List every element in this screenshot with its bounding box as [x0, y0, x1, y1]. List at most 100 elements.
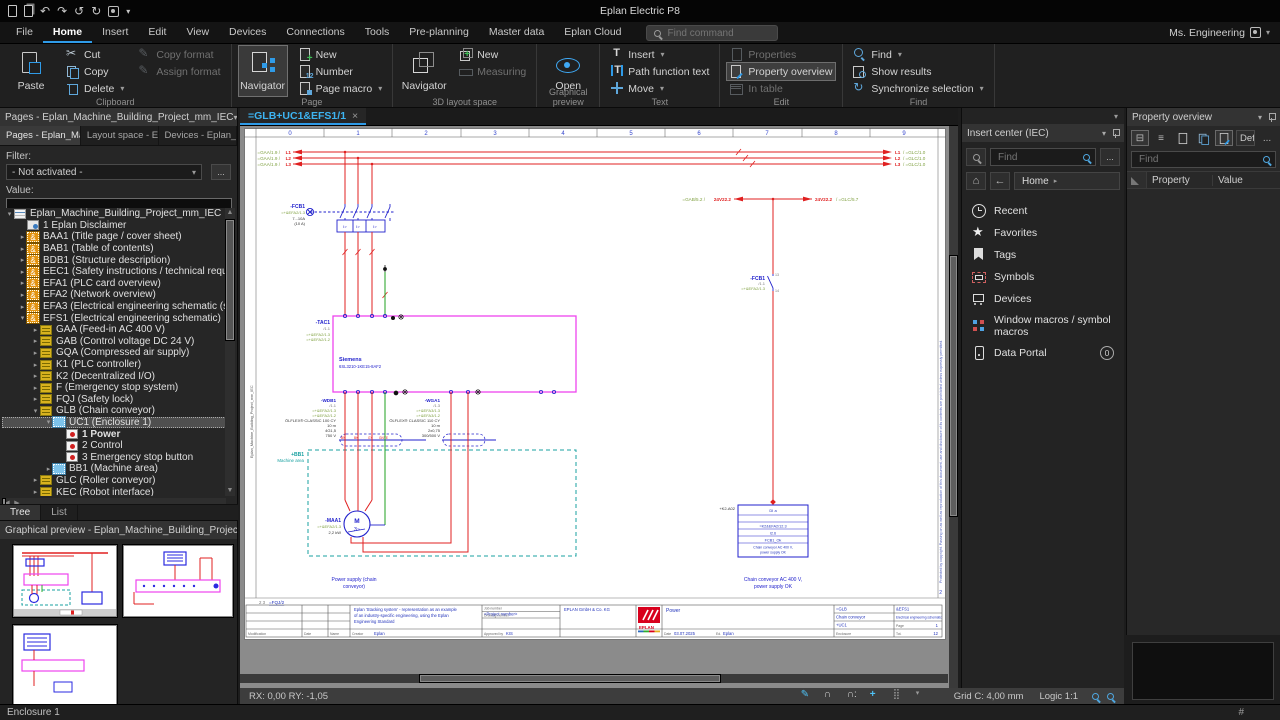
insert-item-tags[interactable]: Tags: [962, 244, 1124, 266]
tree-expander-icon[interactable]: ▸: [31, 476, 40, 484]
pin-icon[interactable]: [1112, 129, 1119, 138]
menu-tab-eplan-cloud[interactable]: Eplan Cloud: [554, 22, 631, 43]
menu-tab-view[interactable]: View: [176, 22, 219, 43]
home-icon[interactable]: ⌂: [966, 172, 986, 190]
tree-item-eec1-safety-instructions-techn[interactable]: ▸EEC1 (Safety instructions / technical r…: [2, 266, 226, 278]
back-icon[interactable]: ←: [990, 172, 1010, 190]
undo-icon[interactable]: ↶: [40, 4, 50, 18]
tree-item-glc-roller-conveyor[interactable]: ▸GLC (Roller conveyor): [2, 475, 226, 487]
tree-item-efs1-electrical-engineering-sc[interactable]: ▾EFS1 (Electrical engineering schematic): [2, 312, 226, 324]
scrollbar-thumb[interactable]: [226, 220, 234, 340]
tab-tree[interactable]: Tree: [0, 505, 41, 520]
document-tab[interactable]: =GLB+UC1&EFS1/1 ×: [240, 108, 366, 125]
tree-expander-icon[interactable]: ▸: [31, 372, 40, 380]
insert-button[interactable]: Insert▾: [607, 46, 712, 63]
tree-expander-icon[interactable]: ▸: [18, 291, 27, 299]
menu-tab-connections[interactable]: Connections: [276, 22, 354, 43]
filter-properties-icon[interactable]: [1215, 130, 1233, 146]
tree-item-gaa-feed-in-ac-400-v[interactable]: ▸GAA (Feed-in AC 400 V): [2, 324, 226, 336]
page-macro-button[interactable]: Page macro▾: [295, 80, 386, 97]
find-command-box[interactable]: [646, 25, 778, 41]
show-results-button[interactable]: Show results: [850, 63, 986, 80]
tree-expander-icon[interactable]: ▸: [31, 384, 40, 392]
schematic-sheet[interactable]: 0 1 2 3 4 5 6 7 8 9: [244, 128, 946, 640]
insert-item-symbols[interactable]: Symbols: [962, 266, 1124, 288]
panel-menu-caret-icon[interactable]: ▾: [1102, 129, 1106, 138]
tree-item-glb-chain-conveyor[interactable]: ▾GLB (Chain conveyor): [2, 405, 226, 417]
tree-expander-icon[interactable]: ▾: [18, 314, 27, 322]
insert-item-window-macros-symbol-macros[interactable]: Window macros / symbol macros: [962, 310, 1124, 342]
menu-tab-file[interactable]: File: [6, 22, 43, 43]
path-function-text-button[interactable]: Path function text: [607, 63, 712, 80]
property-overview-button[interactable]: Property overview: [727, 63, 835, 80]
tab-layout-space[interactable]: Layout space - Epl...: [81, 126, 159, 145]
panel-strip-caret-icon[interactable]: ▾: [1114, 112, 1118, 121]
canvas-vertical-scrollbar[interactable]: [949, 126, 958, 688]
new-page-icon[interactable]: [8, 5, 17, 17]
tree-expander-icon[interactable]: ▸: [18, 256, 27, 264]
move-button[interactable]: Move▾: [607, 80, 712, 97]
tree-expander-icon[interactable]: ▸: [44, 465, 53, 473]
tree-item-efa2-network-overview[interactable]: ▸EFA2 (Network overview): [2, 289, 226, 301]
preview-thumbnail-3[interactable]: [13, 625, 117, 704]
redo-icon[interactable]: ↷: [57, 4, 67, 18]
delete-button[interactable]: Delete▾: [63, 80, 127, 97]
tree-expander-icon[interactable]: ▸: [31, 361, 40, 369]
paste-properties-icon[interactable]: [1194, 130, 1212, 146]
new-button[interactable]: New: [456, 46, 529, 63]
menu-tab-home[interactable]: Home: [43, 22, 92, 43]
preview-thumbnail-1[interactable]: [13, 545, 117, 617]
tree-view-icon[interactable]: ⊟: [1131, 130, 1149, 146]
tree-expander-icon[interactable]: ▸: [18, 245, 27, 253]
tree-expander-icon[interactable]: ▾: [44, 418, 53, 426]
tree-expander-icon[interactable]: ▾: [5, 210, 14, 218]
tree-item-bb1-machine-area[interactable]: ▸BB1 (Machine area): [2, 463, 226, 475]
insert-item-recent[interactable]: Recent: [962, 200, 1124, 222]
tree-item-1-eplan-disclaimer[interactable]: 1 Eplan Disclaimer: [2, 220, 226, 232]
property-overview-header[interactable]: Property overview ▾: [1127, 108, 1280, 126]
tree-expander-icon[interactable]: ▸: [31, 488, 40, 496]
canvas-horizontal-scrollbar[interactable]: [240, 674, 948, 683]
preview-panel-header[interactable]: Graphical preview - Eplan_Machine_Buildi…: [0, 521, 237, 539]
tree-expander-icon[interactable]: ▸: [18, 268, 27, 276]
scroll-down-icon[interactable]: ▼: [225, 486, 235, 496]
object-snap-icon[interactable]: ∩:: [847, 689, 861, 703]
tree-expander-icon[interactable]: ▸: [31, 395, 40, 403]
pages-panel-header[interactable]: Pages - Eplan_Machine_Building_Project_m…: [0, 108, 237, 126]
tree-item-efa1-plc-card-overview[interactable]: ▸EFA1 (PLC card overview): [2, 278, 226, 290]
snap-icon[interactable]: ∩: [824, 689, 838, 703]
tree-item-uc1-enclosure-1[interactable]: ▾UC1 (Enclosure 1): [2, 417, 226, 429]
scroll-up-icon[interactable]: ▲: [225, 208, 235, 218]
find-button[interactable]: Find▾: [850, 46, 986, 63]
menu-tab-tools[interactable]: Tools: [355, 22, 400, 43]
property-search-input[interactable]: [1137, 153, 1263, 166]
tab-list[interactable]: List: [41, 505, 78, 520]
tree-item-gqa-compressed-air-supply[interactable]: ▸GQA (Compressed air supply): [2, 347, 226, 359]
filter-more-button[interactable]: ...: [211, 164, 231, 180]
scheme-more-button[interactable]: ...: [1258, 130, 1276, 146]
number-button[interactable]: Number: [295, 63, 386, 80]
tree-expander-icon[interactable]: ▸: [18, 279, 27, 287]
pin-icon[interactable]: [1268, 113, 1275, 122]
page-reference-link[interactable]: =FQJ/2: [269, 600, 285, 605]
tree-item-gab-control-voltage-dc-24-v[interactable]: ▸GAB (Control voltage DC 24 V): [2, 336, 226, 348]
menu-tab-edit[interactable]: Edit: [138, 22, 176, 43]
tree-vertical-scrollbar[interactable]: ▲ ▼: [225, 208, 235, 496]
tree-item-kec-robot-interface[interactable]: ▸KEC (Robot interface): [2, 486, 226, 496]
menu-tab-insert[interactable]: Insert: [92, 22, 138, 43]
synchronize-selection-button[interactable]: Synchronize selection▾: [850, 80, 986, 97]
open-page-icon[interactable]: [24, 5, 33, 17]
filter-combo[interactable]: - Not activated - ▾: [6, 164, 202, 180]
search-more-button[interactable]: ...: [1100, 148, 1120, 166]
insert-item-devices[interactable]: Devices: [962, 288, 1124, 310]
tree-item-2-control[interactable]: 2 Control: [2, 440, 226, 452]
property-search[interactable]: [1131, 151, 1276, 168]
breadcrumb-home[interactable]: Home: [1022, 176, 1049, 187]
menu-tab-devices[interactable]: Devices: [219, 22, 276, 43]
copy-button[interactable]: Copy: [63, 63, 127, 80]
find-command-input[interactable]: [666, 27, 766, 40]
tree-expander-icon[interactable]: ▸: [18, 233, 27, 241]
tree-item-bab1-table-of-contents[interactable]: ▸BAB1 (Table of contents): [2, 243, 226, 255]
grid-caret-icon[interactable]: ▾: [916, 689, 930, 703]
redo-all-icon[interactable]: ↻: [91, 4, 101, 18]
